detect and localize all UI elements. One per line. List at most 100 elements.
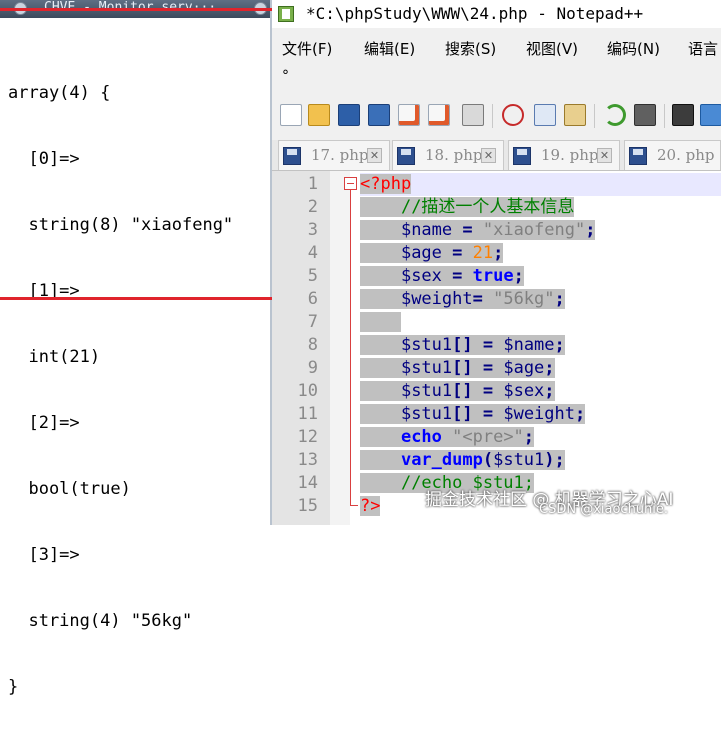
dump-line: array(4) { xyxy=(8,83,111,103)
line-number: 8 xyxy=(307,335,318,355)
operator: = xyxy=(472,289,494,309)
line-number: 4 xyxy=(307,243,318,263)
line-number: 14 xyxy=(297,473,318,493)
paren: ( xyxy=(482,450,494,470)
tab-close-icon[interactable]: ✕ xyxy=(481,148,496,163)
line-number: 1 xyxy=(307,174,318,194)
code-line-2: //描述一个人基本信息 xyxy=(360,196,575,219)
operator: = xyxy=(472,381,504,401)
line-number: 6 xyxy=(307,289,318,309)
menu-view[interactable]: 视图(V) xyxy=(526,38,578,59)
tab-close-icon[interactable]: ✕ xyxy=(367,148,382,163)
new-file-icon[interactable] xyxy=(280,104,302,126)
monitor-title-bar[interactable]: CHVE - Monitor serv··· xyxy=(0,0,270,18)
title-bar[interactable]: *C:\phpStudy\WWW\24.php - Notepad++ xyxy=(272,0,721,28)
comment: //描述一个人基本信息 xyxy=(400,197,575,217)
window-title: *C:\phpStudy\WWW\24.php - Notepad++ xyxy=(306,4,644,23)
operator: = xyxy=(441,243,473,263)
line-number: 13 xyxy=(297,450,318,470)
semicolon: ; xyxy=(554,289,565,309)
tab-19-php[interactable]: 19. php ✕ xyxy=(508,140,620,170)
line-number: 7 xyxy=(307,312,318,332)
code-line-5: $sex = true; xyxy=(360,265,524,288)
monitor-window: CHVE - Monitor serv··· array(4) { [0]=> … xyxy=(0,0,272,697)
window-icon[interactable] xyxy=(254,2,267,15)
tab-17-php[interactable]: 17. php ✕ xyxy=(278,140,390,170)
fold-toggle-icon[interactable] xyxy=(344,177,357,190)
code-editor[interactable]: 1 2 3 4 5 6 7 8 9 10 11 12 13 14 15 <?ph… xyxy=(272,171,721,525)
save-icon[interactable] xyxy=(338,104,360,126)
variable: $name xyxy=(400,220,453,240)
dump-line: string(8) "xiaofeng" xyxy=(8,215,234,235)
replace-icon[interactable] xyxy=(700,104,721,126)
tab-close-icon[interactable]: ✕ xyxy=(597,148,612,163)
tab-label: 19. php xyxy=(541,146,599,164)
string-literal: "<pre>" xyxy=(441,427,524,447)
app-icon xyxy=(14,2,27,15)
semicolon: ; xyxy=(513,266,524,286)
menu-edit[interactable]: 编辑(E) xyxy=(364,38,415,59)
line-number: 10 xyxy=(297,381,318,401)
open-file-icon[interactable] xyxy=(308,104,330,126)
php-close-tag: ?> xyxy=(360,496,381,516)
menu-file[interactable]: 文件(F) xyxy=(282,38,332,59)
semicolon: ; xyxy=(544,381,555,401)
php-open-tag: <?php xyxy=(360,174,412,194)
print-icon[interactable] xyxy=(462,104,484,126)
keyword: true xyxy=(472,266,514,286)
semicolon: ; xyxy=(544,358,555,378)
brackets: [] xyxy=(452,381,473,401)
toolbar-separator xyxy=(664,104,665,128)
line-number: 3 xyxy=(307,220,318,240)
dump-line: [2]=> xyxy=(8,413,80,433)
saved-file-icon xyxy=(397,147,415,165)
tab-18-php[interactable]: 18. php ✕ xyxy=(392,140,504,170)
saved-file-icon xyxy=(283,147,301,165)
code-line-12: echo "<pre>"; xyxy=(360,426,535,449)
tab-label: 18. php xyxy=(425,146,483,164)
undo-icon[interactable] xyxy=(604,104,626,126)
close-icon[interactable] xyxy=(398,104,420,126)
operator: = xyxy=(452,220,483,240)
variable: $age xyxy=(400,243,442,263)
save-all-icon[interactable] xyxy=(368,104,390,126)
string-literal: "56kg" xyxy=(493,289,555,309)
cut-icon[interactable] xyxy=(502,104,524,126)
paste-icon[interactable] xyxy=(564,104,586,126)
code-line-11: $stu1[] = $weight; xyxy=(360,403,586,426)
brackets: [] xyxy=(452,358,473,378)
operator: = xyxy=(472,358,504,378)
line-number: 5 xyxy=(307,266,318,286)
fold-line xyxy=(350,190,351,505)
tab-20-php[interactable]: 20. php xyxy=(624,140,721,170)
variable: $stu1 xyxy=(400,381,453,401)
saved-file-icon xyxy=(513,147,531,165)
menu-search[interactable]: 搜索(S) xyxy=(445,38,496,59)
menu-encoding[interactable]: 编码(N) xyxy=(607,38,660,59)
keyword: echo xyxy=(400,427,442,447)
semicolon: ; xyxy=(554,335,565,355)
menu-overflow[interactable]: ° xyxy=(282,68,289,84)
variable: $name xyxy=(503,335,555,355)
close-all-icon[interactable] xyxy=(428,104,450,126)
dump-line: string(4) "56kg" xyxy=(8,611,193,631)
variable: $stu1 xyxy=(400,335,453,355)
string-literal: "xiaofeng" xyxy=(482,220,586,240)
find-icon[interactable] xyxy=(672,104,694,126)
semicolon: ; xyxy=(575,404,586,424)
operator: = xyxy=(472,404,504,424)
notepadpp-window: *C:\phpStudy\WWW\24.php - Notepad++ 文件(F… xyxy=(272,0,721,525)
code-line-8: $stu1[] = $name; xyxy=(360,334,565,357)
copy-icon[interactable] xyxy=(534,104,556,126)
redo-icon[interactable] xyxy=(634,104,656,126)
menu-language[interactable]: 语言 xyxy=(688,38,718,59)
brackets: [] xyxy=(452,335,473,355)
dump-line: int(21) xyxy=(8,347,101,367)
watermark-author: CSDN @xiaochunie. xyxy=(539,502,669,517)
semicolon: ; xyxy=(554,450,565,470)
tab-bar: 17. php ✕ 18. php ✕ 19. php ✕ 20. php xyxy=(272,140,721,171)
dump-line: [0]=> xyxy=(8,149,80,169)
toolbar xyxy=(272,98,721,132)
brackets: [] xyxy=(452,404,473,424)
saved-file-icon xyxy=(629,147,647,165)
